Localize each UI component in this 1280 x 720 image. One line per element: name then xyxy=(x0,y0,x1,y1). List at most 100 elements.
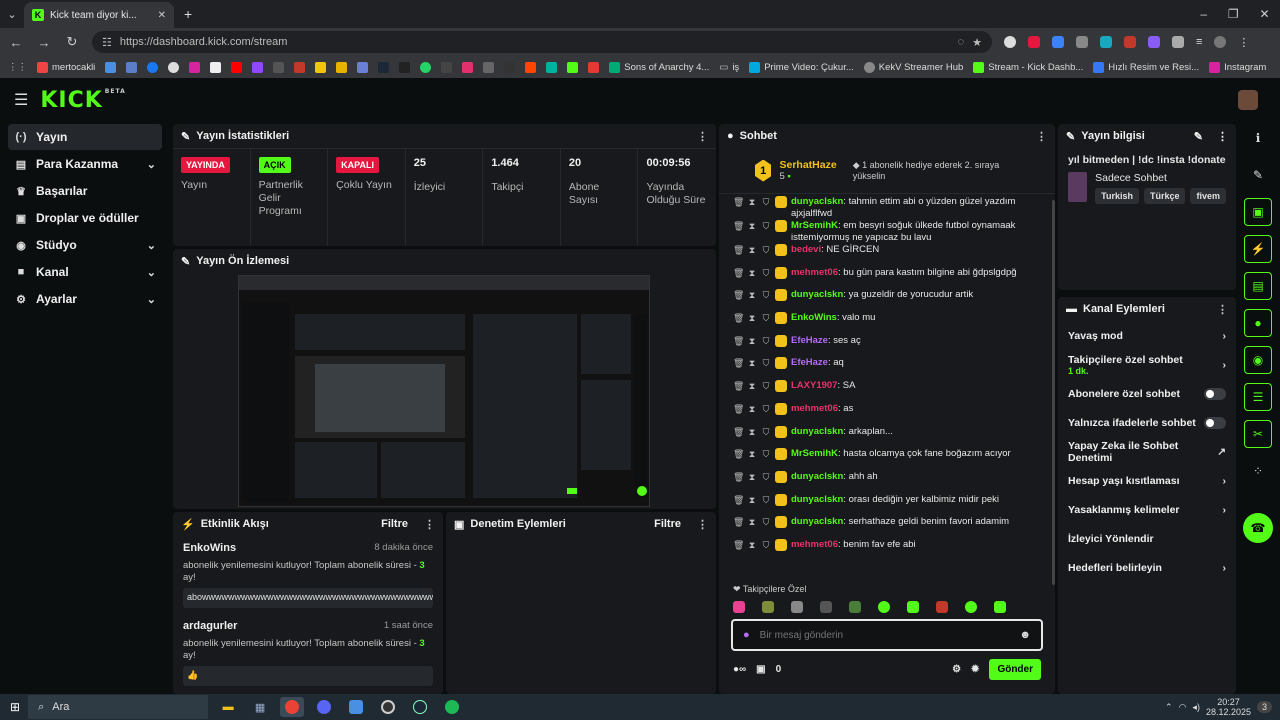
bookmark-icon[interactable] xyxy=(588,61,600,73)
chat-username[interactable]: mehmet06 xyxy=(791,403,838,414)
chat-username[interactable]: dunyaclskn xyxy=(791,196,843,207)
bookmark-icon[interactable] xyxy=(546,61,558,73)
chat-username[interactable]: EfeHaze xyxy=(791,335,828,346)
profile-icon[interactable] xyxy=(1214,36,1227,48)
more-icon[interactable]: ⋮ xyxy=(1036,130,1047,143)
extension-icon[interactable] xyxy=(1148,36,1160,48)
app-icon[interactable] xyxy=(344,697,368,717)
trash-icon[interactable]: 🗑 xyxy=(733,516,744,528)
timeout-icon[interactable]: ⧗ xyxy=(747,289,757,301)
timeout-icon[interactable]: ⧗ xyxy=(747,448,757,460)
x-icon[interactable] xyxy=(210,61,222,73)
chat-username[interactable]: dunyaclskn xyxy=(791,289,843,300)
bookmark-icon[interactable] xyxy=(504,61,516,73)
trash-icon[interactable]: 🗑 xyxy=(733,494,744,506)
bookmark-icon[interactable] xyxy=(462,61,474,73)
trash-icon[interactable]: 🗑 xyxy=(733,312,744,324)
chat-username[interactable]: MrSemihK xyxy=(791,448,838,459)
bookmark-icon[interactable] xyxy=(315,61,327,73)
windows-start-icon[interactable]: ⊞ xyxy=(10,700,20,714)
twitch-icon[interactable] xyxy=(252,61,264,73)
stream-preview-video[interactable] xyxy=(238,275,650,507)
ban-icon[interactable]: ⛉ xyxy=(761,448,771,460)
ban-icon[interactable]: ⛉ xyxy=(761,426,771,438)
youtube-icon[interactable] xyxy=(231,61,243,73)
emote-icon[interactable] xyxy=(820,601,832,613)
emote-only-toggle[interactable] xyxy=(1204,416,1226,429)
obs-icon[interactable] xyxy=(376,697,400,717)
sidebar-item-para-kazanma[interactable]: ▤ Para Kazanma ⌄ xyxy=(8,151,162,177)
bookmark[interactable]: KekV Streamer Hub xyxy=(863,61,963,73)
url-input[interactable]: ☷ https://dashboard.kick.com/stream ◌ ★ xyxy=(92,31,992,53)
account-age-option[interactable]: Hesap yaşı kısıtlaması › xyxy=(1058,466,1236,495)
chat-username[interactable]: EfeHaze xyxy=(791,357,828,368)
bookmark-icon[interactable] xyxy=(126,61,138,73)
document-icon[interactable]: ▤ xyxy=(1244,272,1272,300)
instagram-icon[interactable] xyxy=(189,61,201,73)
more-icon[interactable]: ⋮ xyxy=(1217,130,1228,143)
goals-option[interactable]: Hedefleri belirleyin › xyxy=(1058,553,1236,582)
chat-scrollbar[interactable] xyxy=(1052,200,1055,585)
info-icon[interactable]: ℹ xyxy=(1244,124,1272,152)
more-icon[interactable]: ⋮ xyxy=(1217,303,1228,316)
emote-icon[interactable] xyxy=(791,601,803,613)
settings-badge-icon[interactable]: ✹ xyxy=(971,664,979,675)
sidebar-item-ayarlar[interactable]: ⚙ Ayarlar ⌄ xyxy=(8,286,162,312)
timeout-icon[interactable]: ⧗ xyxy=(747,312,757,324)
gift-icon[interactable]: ▣ xyxy=(756,664,765,675)
more-icon[interactable]: ⋮ xyxy=(424,518,435,531)
notification-badge[interactable]: 3 xyxy=(1256,701,1272,713)
wifi-icon[interactable]: ◠ xyxy=(1179,702,1187,713)
new-tab-button[interactable]: + xyxy=(184,6,192,22)
ban-icon[interactable]: ⛉ xyxy=(761,312,771,324)
extension-icon[interactable] xyxy=(1004,36,1016,48)
list-icon[interactable]: ☰ xyxy=(1244,383,1272,411)
minimize-icon[interactable]: – xyxy=(1200,7,1207,21)
chat-username[interactable]: EnkoWins xyxy=(791,312,837,323)
bookmark-icon[interactable] xyxy=(336,61,348,73)
timeout-icon[interactable]: ⧗ xyxy=(747,494,757,506)
timeout-icon[interactable]: ⧗ xyxy=(747,471,757,483)
chat-username[interactable]: mehmet06 xyxy=(791,539,838,550)
trash-icon[interactable]: 🗑 xyxy=(733,220,744,232)
banned-words-option[interactable]: Yasaklanmış kelimeler › xyxy=(1058,495,1236,524)
trash-icon[interactable]: 🗑 xyxy=(733,196,744,208)
filter-button[interactable]: Filtre xyxy=(381,518,408,530)
bookmark[interactable]: Sons of Anarchy 4... xyxy=(609,61,709,73)
emote-icon[interactable] xyxy=(994,601,1006,613)
tray-icon[interactable]: ⌃ xyxy=(1165,702,1173,713)
trash-icon[interactable]: 🗑 xyxy=(733,426,744,438)
bookmark-icon[interactable] xyxy=(567,61,579,73)
timeout-icon[interactable]: ⧗ xyxy=(747,335,757,347)
trash-icon[interactable]: 🗑 xyxy=(733,471,744,483)
category-name[interactable]: Sadece Sohbet xyxy=(1095,172,1226,184)
emote-icon[interactable] xyxy=(907,601,919,613)
trash-icon[interactable]: 🗑 xyxy=(733,335,744,347)
back-button[interactable]: ← xyxy=(8,35,24,50)
chat-username[interactable]: MrSemihK xyxy=(791,220,838,231)
site-info-icon[interactable]: ☷ xyxy=(102,36,112,49)
clip-icon[interactable]: ▣ xyxy=(1244,198,1272,226)
trash-icon[interactable]: 🗑 xyxy=(733,267,744,279)
sidebar-item-basarilar[interactable]: ♛ Başarılar xyxy=(8,178,162,204)
trash-icon[interactable]: 🗑 xyxy=(733,244,744,256)
activity-user[interactable]: ardagurler xyxy=(183,620,237,632)
more-icon[interactable]: ⋮ xyxy=(697,518,708,531)
emote-icon[interactable] xyxy=(733,601,745,613)
google-icon[interactable] xyxy=(168,61,180,73)
chat-username[interactable]: dunyaclskn xyxy=(791,471,843,482)
trash-icon[interactable]: 🗑 xyxy=(733,403,744,415)
category-thumbnail[interactable] xyxy=(1068,172,1088,202)
chat-icon[interactable]: ● xyxy=(1244,309,1272,337)
emoji-icon[interactable]: ☻ xyxy=(1019,629,1031,641)
emote-icon[interactable] xyxy=(878,601,890,613)
followers-only-option[interactable]: Takipçilere özel sohbet 1 dk. › xyxy=(1058,350,1236,379)
bookmark[interactable]: Prime Video: Çukur... xyxy=(749,61,854,73)
kick-logo[interactable]: KICK BETA xyxy=(40,88,125,113)
activity-user[interactable]: EnkoWins xyxy=(183,542,236,554)
apps-icon[interactable]: ⋮⋮ xyxy=(8,62,27,73)
forward-button[interactable]: → xyxy=(36,35,52,50)
edit-icon[interactable]: ✎ xyxy=(1194,130,1203,143)
viewers-link-icon[interactable]: ●∞ xyxy=(733,664,746,675)
extension-icon[interactable] xyxy=(1100,36,1112,48)
